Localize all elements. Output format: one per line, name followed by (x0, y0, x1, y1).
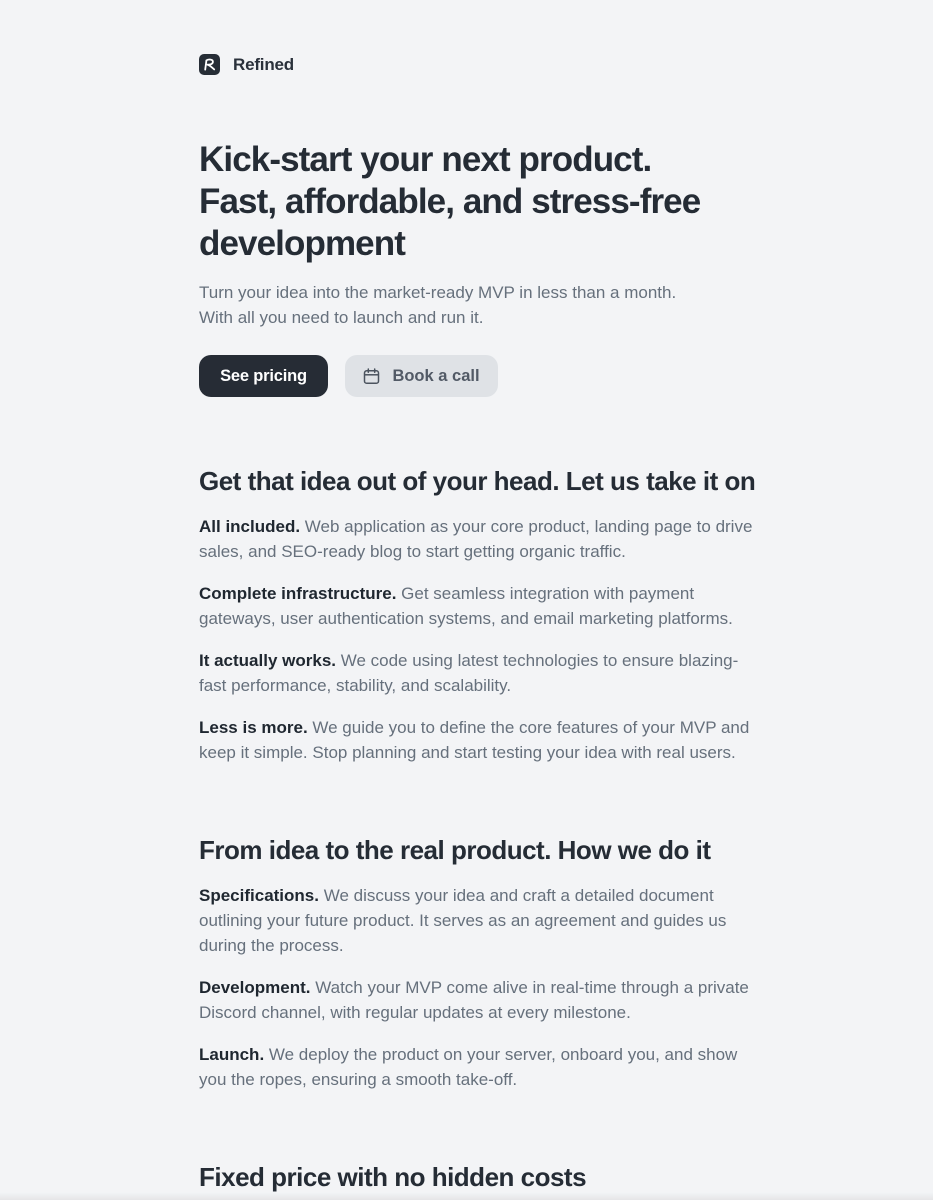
feature-all-included: All included. Web application as your co… (199, 514, 759, 564)
process-title: From idea to the real product. How we do… (199, 835, 711, 865)
pricing-title: Fixed price with no hidden costs (199, 1162, 587, 1192)
features-title: Get that idea out of your head. Let us t… (199, 466, 756, 496)
brand[interactable]: Refined (199, 54, 294, 75)
process-text: Watch your MVP come alive in real-time t… (310, 978, 749, 997)
process-label: Development. (199, 978, 311, 997)
process-text: during the process. (199, 936, 344, 955)
brand-name: Refined (233, 54, 294, 74)
process-text: We discuss your idea and craft a detaile… (318, 886, 714, 905)
feature-label: All included. (199, 517, 301, 536)
process-label: Launch. (199, 1045, 265, 1064)
hero-subtitle: Turn your idea into the market-ready MVP… (199, 280, 759, 330)
calendar-icon (363, 367, 380, 385)
hero-subtitle-line: Turn your idea into the market-ready MVP… (199, 283, 677, 302)
feature-label: Less is more. (199, 718, 308, 737)
hero-title-line: development (199, 224, 406, 263)
hero-title-line: Kick-start your next product. (199, 140, 652, 179)
feature-text: sales, and SEO-ready blog to start getti… (199, 542, 626, 561)
hero-title: Kick-start your next product. Fast, affo… (199, 139, 759, 265)
process-specifications: Specifications. We discuss your idea and… (199, 883, 759, 958)
feature-label: Complete infrastructure. (199, 584, 397, 603)
process-label: Specifications. (199, 886, 319, 905)
book-a-call-label: Book a call (392, 366, 480, 385)
book-a-call-button[interactable]: Book a call (345, 355, 498, 397)
process-text: outlining your future product. It serves… (199, 911, 727, 930)
process-development: Development. Watch your MVP come alive i… (199, 975, 759, 1025)
feature-text: keep it simple. Stop planning and start … (199, 743, 736, 762)
process-text: you the ropes, ensuring a smooth take-of… (199, 1070, 518, 1089)
hero-title-line: Fast, affordable, and stress-free (199, 182, 701, 221)
feature-text: We guide you to define the core features… (307, 718, 750, 737)
feature-text: gateways, user authentication systems, a… (199, 609, 733, 628)
feature-text: We code using latest technologies to ens… (336, 651, 739, 670)
feature-complete-infrastructure: Complete infrastructure. Get seamless in… (199, 581, 759, 631)
feature-less-is-more: Less is more. We guide you to define the… (199, 715, 759, 765)
hero-subtitle-line: With all you need to launch and run it. (199, 308, 484, 327)
feature-text: Get seamless integration with payment (396, 584, 695, 603)
process-text: We deploy the product on your server, on… (264, 1045, 738, 1064)
bottom-fade (0, 1192, 933, 1200)
see-pricing-label: See pricing (220, 366, 307, 385)
see-pricing-button[interactable]: See pricing (199, 355, 328, 397)
feature-label: It actually works. (199, 651, 336, 670)
feature-text: fast performance, stability, and scalabi… (199, 676, 512, 695)
process-launch: Launch. We deploy the product on your se… (199, 1042, 759, 1092)
script-r-logo-icon (199, 54, 220, 75)
feature-it-actually-works: It actually works. We code using latest … (199, 648, 759, 698)
hero-actions: See pricing Book a call (199, 355, 498, 397)
page: Refined Kick-start your next product. Fa… (0, 0, 933, 1200)
process-text: Discord channel, with regular updates at… (199, 1003, 631, 1022)
feature-text: Web application as your core product, la… (300, 517, 753, 536)
